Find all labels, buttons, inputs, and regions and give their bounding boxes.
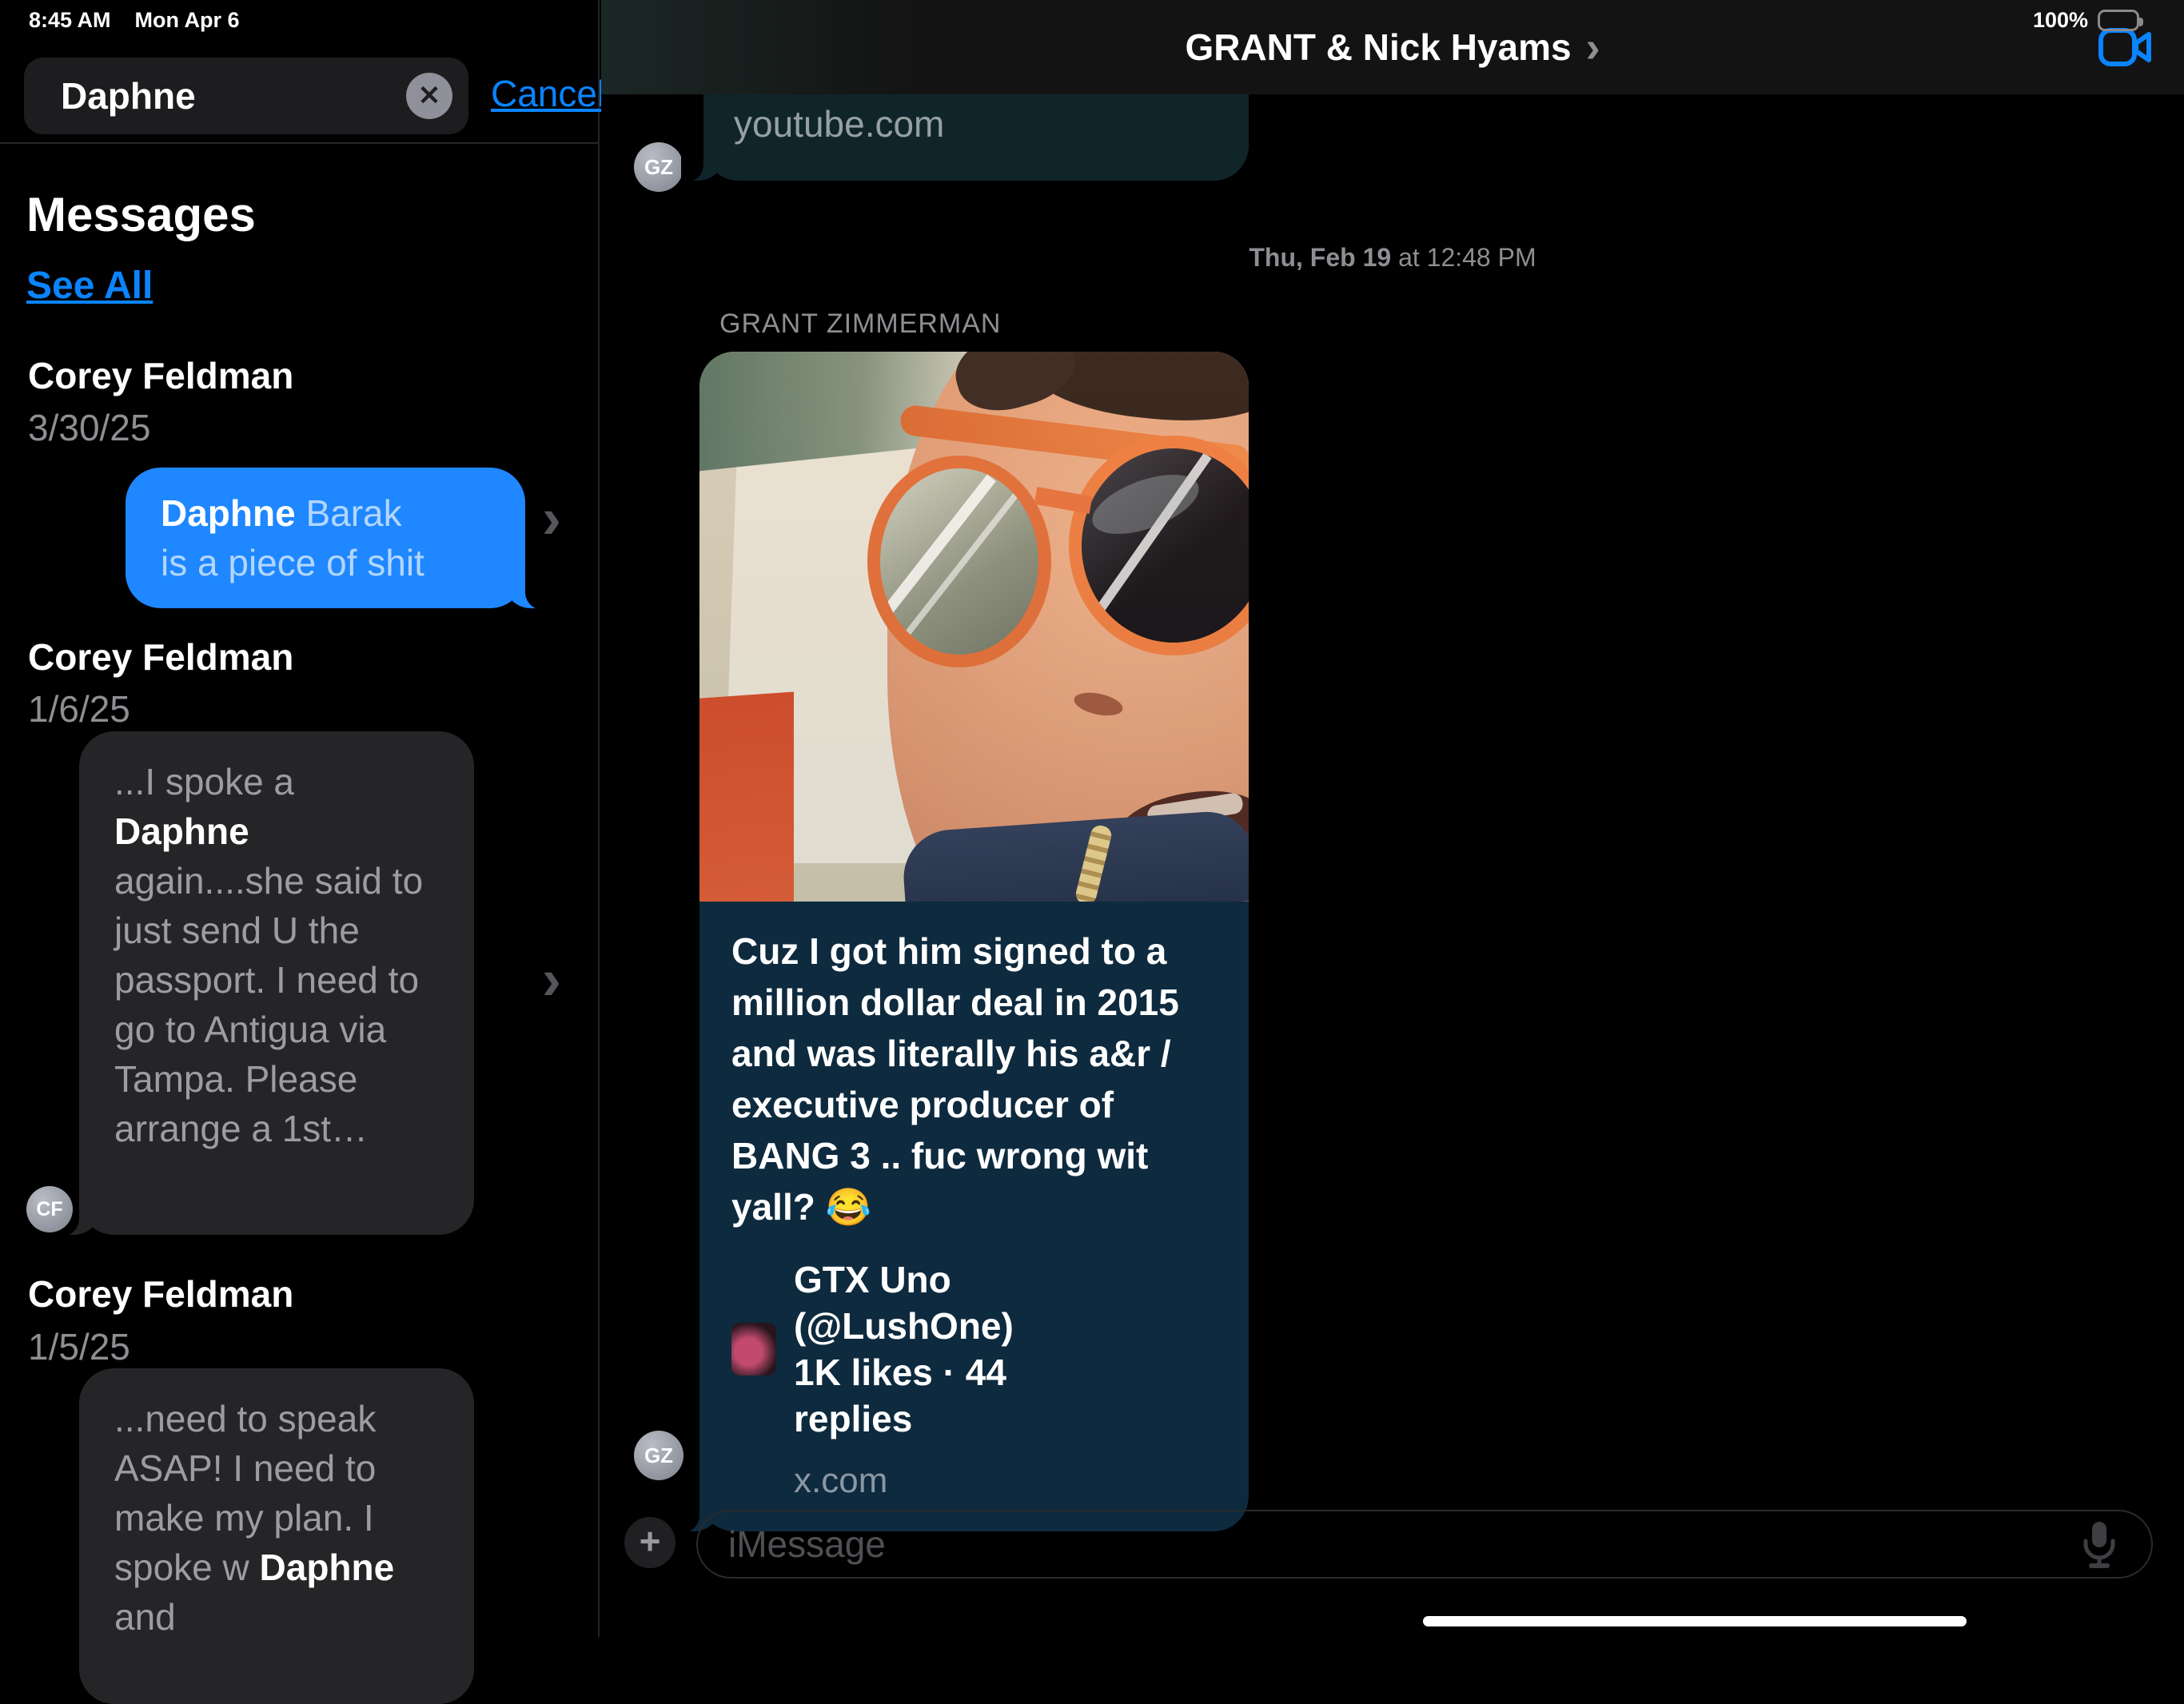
result-sender-name: Corey Feldman <box>28 635 293 679</box>
search-result-bubble[interactable]: Daphne Barak is a piece of shit <box>126 468 525 608</box>
tweet-author: GTX Uno (@LushOne) <box>794 1259 1014 1347</box>
result-date: 1/6/25 <box>28 687 130 731</box>
result-sender-name: Corey Feldman <box>28 1272 293 1316</box>
imessage-input[interactable] <box>696 1510 2153 1579</box>
match-highlight: Daphne <box>114 810 249 852</box>
chevron-right-icon[interactable]: › <box>542 486 561 551</box>
result-sender-name: Corey Feldman <box>28 354 293 397</box>
search-input[interactable]: Daphne ✕ <box>24 58 468 134</box>
home-indicator[interactable] <box>1423 1616 1967 1626</box>
sender-name-label: GRANT ZIMMERMAN <box>719 309 1001 340</box>
match-highlight: Daphne <box>260 1547 395 1588</box>
conversation-title: GRANT & Nick Hyams <box>1185 26 1571 69</box>
cancel-button[interactable]: Cancel <box>491 72 605 115</box>
match-highlight: Daphne <box>161 492 296 534</box>
add-attachment-button[interactable]: + <box>624 1517 676 1568</box>
conversation-header[interactable]: GRANT & Nick Hyams › <box>601 0 2184 94</box>
result-date: 1/5/25 <box>28 1325 130 1368</box>
tweet-caption: Cuz I got him signed to a million dollar… <box>731 926 1217 1232</box>
divider <box>0 142 600 144</box>
clock: 8:45 AM <box>29 8 111 32</box>
tweet-stats: 1K likes · 44 replies <box>794 1352 1006 1439</box>
photo-tint-overlay <box>699 352 1249 902</box>
bubble-text: again....she said to just send U the pas… <box>114 860 423 1149</box>
timestamp-day: Thu, Feb 19 <box>1249 243 1391 272</box>
bubble-text: youtube.com <box>734 102 944 145</box>
avatar: CF <box>26 1186 73 1232</box>
link-domain: x.com <box>794 1461 1217 1501</box>
bubble-text: and <box>114 1596 176 1638</box>
bubble-text: ...I spoke a <box>114 761 294 802</box>
link-preview-photo <box>699 352 1249 902</box>
chevron-right-icon[interactable]: › <box>542 947 561 1013</box>
timestamp-time: at 12:48 PM <box>1391 243 1536 272</box>
clear-search-icon[interactable]: ✕ <box>406 73 452 119</box>
status-bar-right: 100% <box>2033 8 2139 33</box>
result-date: 3/30/25 <box>28 406 150 449</box>
link-preview-card[interactable]: Cuz I got him signed to a million dollar… <box>699 352 1249 1531</box>
tweet-author-row: GTX Uno (@LushOne) 1K likes · 44 replies <box>731 1256 1217 1442</box>
chevron-right-icon: › <box>1586 22 1600 72</box>
search-value: Daphne <box>61 58 196 134</box>
avatar: GZ <box>634 1431 683 1480</box>
link-preview-info: Cuz I got him signed to a million dollar… <box>699 902 1249 1531</box>
messages-section-title: Messages <box>26 187 256 242</box>
avatar: GZ <box>634 142 683 192</box>
search-sidebar: 8:45 AMMon Apr 6 Daphne ✕ Cancel Message… <box>0 0 600 1637</box>
message-timestamp: Thu, Feb 19 at 12:48 PM <box>601 243 2184 273</box>
status-date: Mon Apr 6 <box>135 8 240 32</box>
battery-icon <box>2098 10 2139 31</box>
status-bar-left: 8:45 AM Mon Apr 6 <box>29 8 240 33</box>
bubble-text: is a piece of shit <box>161 542 424 583</box>
battery-percent: 100% <box>2033 8 2088 33</box>
search-result-bubble[interactable]: ...I spoke a Daphne again....she said to… <box>79 731 474 1235</box>
see-all-link[interactable]: See All <box>26 264 153 308</box>
dictation-mic-icon[interactable] <box>2082 1520 2117 1570</box>
tweet-author-thumbnail <box>731 1323 776 1376</box>
conversation-pane: GZ youtube.com GRANT & Nick Hyams › 100%… <box>601 0 2184 1637</box>
bubble-text: Barak <box>296 492 402 534</box>
search-result-bubble[interactable]: ...need to speak ASAP! I need to make my… <box>79 1368 474 1704</box>
